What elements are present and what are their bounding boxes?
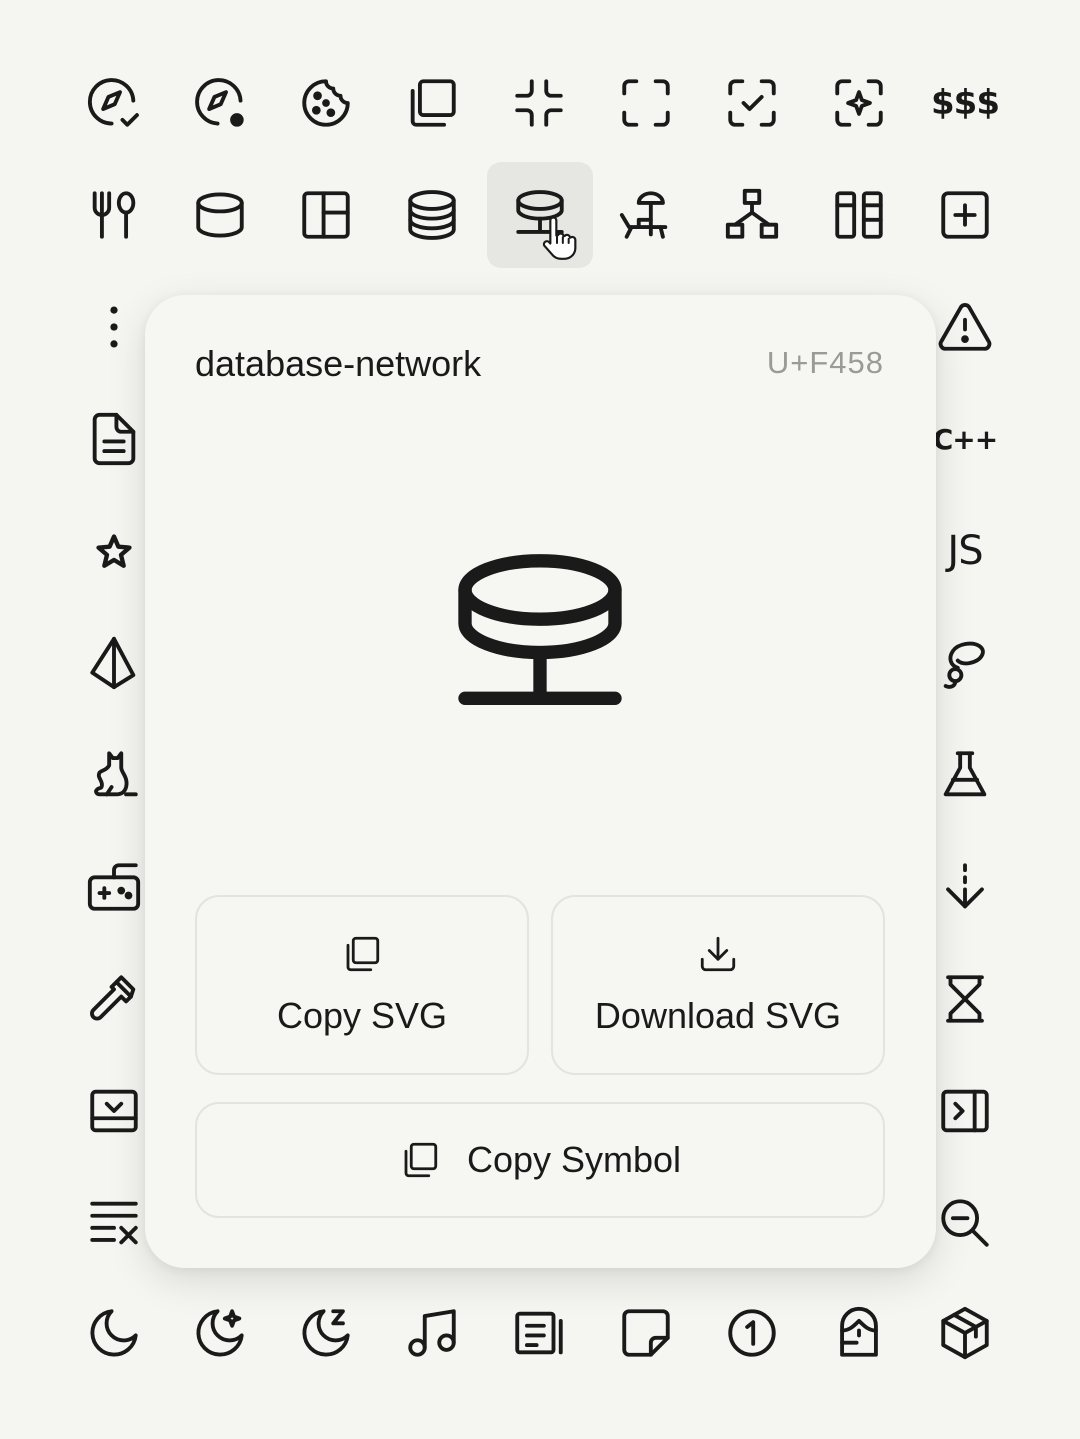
compass-check-icon[interactable]: [61, 50, 167, 156]
newspaper-icon[interactable]: [486, 1280, 592, 1386]
owl-icon[interactable]: [806, 1280, 912, 1386]
moon-icon[interactable]: [61, 1280, 167, 1386]
beach-chair-icon[interactable]: [593, 162, 699, 268]
download-svg-label: Download SVG: [594, 995, 842, 1036]
copy-icon: [346, 936, 380, 972]
pointer-cursor-icon: [542, 216, 577, 260]
moon-sleep-icon[interactable]: [273, 1280, 379, 1386]
copy-symbol-label: Copy Symbol: [466, 1139, 682, 1180]
cookie-icon[interactable]: [273, 50, 379, 156]
cutlery-icon[interactable]: [61, 162, 167, 268]
icon-unicode: U+F458: [766, 345, 884, 380]
currency-icon[interactable]: $$$: [912, 50, 1018, 156]
collapse-icon[interactable]: [486, 50, 592, 156]
icon-detail-popover: database-network U+F458 Copy SVG Downloa…: [145, 295, 936, 1268]
copy-icon: [404, 1142, 438, 1178]
layout-icon[interactable]: [273, 162, 379, 268]
columns-icon[interactable]: [806, 162, 912, 268]
music-note-icon[interactable]: [379, 1280, 485, 1386]
compass-dot-icon[interactable]: [167, 50, 273, 156]
database-network-icon[interactable]: [487, 162, 593, 268]
copy-symbol-button[interactable]: Copy Symbol: [195, 1102, 885, 1218]
add-square-icon[interactable]: [912, 162, 1018, 268]
icon-name: database-network: [195, 343, 482, 384]
scan-sparkle-icon[interactable]: [806, 50, 912, 156]
database-stack-icon[interactable]: [379, 162, 485, 268]
copy-icon[interactable]: [379, 50, 485, 156]
download-svg-button[interactable]: Download SVG: [551, 895, 885, 1075]
hierarchy-icon[interactable]: [699, 162, 805, 268]
number-one-circle-icon[interactable]: [699, 1280, 805, 1386]
scan-check-icon[interactable]: [699, 50, 805, 156]
download-icon: [700, 936, 736, 972]
expand-icon[interactable]: [593, 50, 699, 156]
copy-svg-label: Copy SVG: [276, 995, 448, 1036]
moon-star-icon[interactable]: [167, 1280, 273, 1386]
sticky-note-icon[interactable]: [593, 1280, 699, 1386]
package-icon[interactable]: [912, 1280, 1018, 1386]
copy-svg-button[interactable]: Copy SVG: [195, 895, 529, 1075]
database-icon[interactable]: [167, 162, 273, 268]
database-network-preview-icon: [458, 554, 622, 705]
